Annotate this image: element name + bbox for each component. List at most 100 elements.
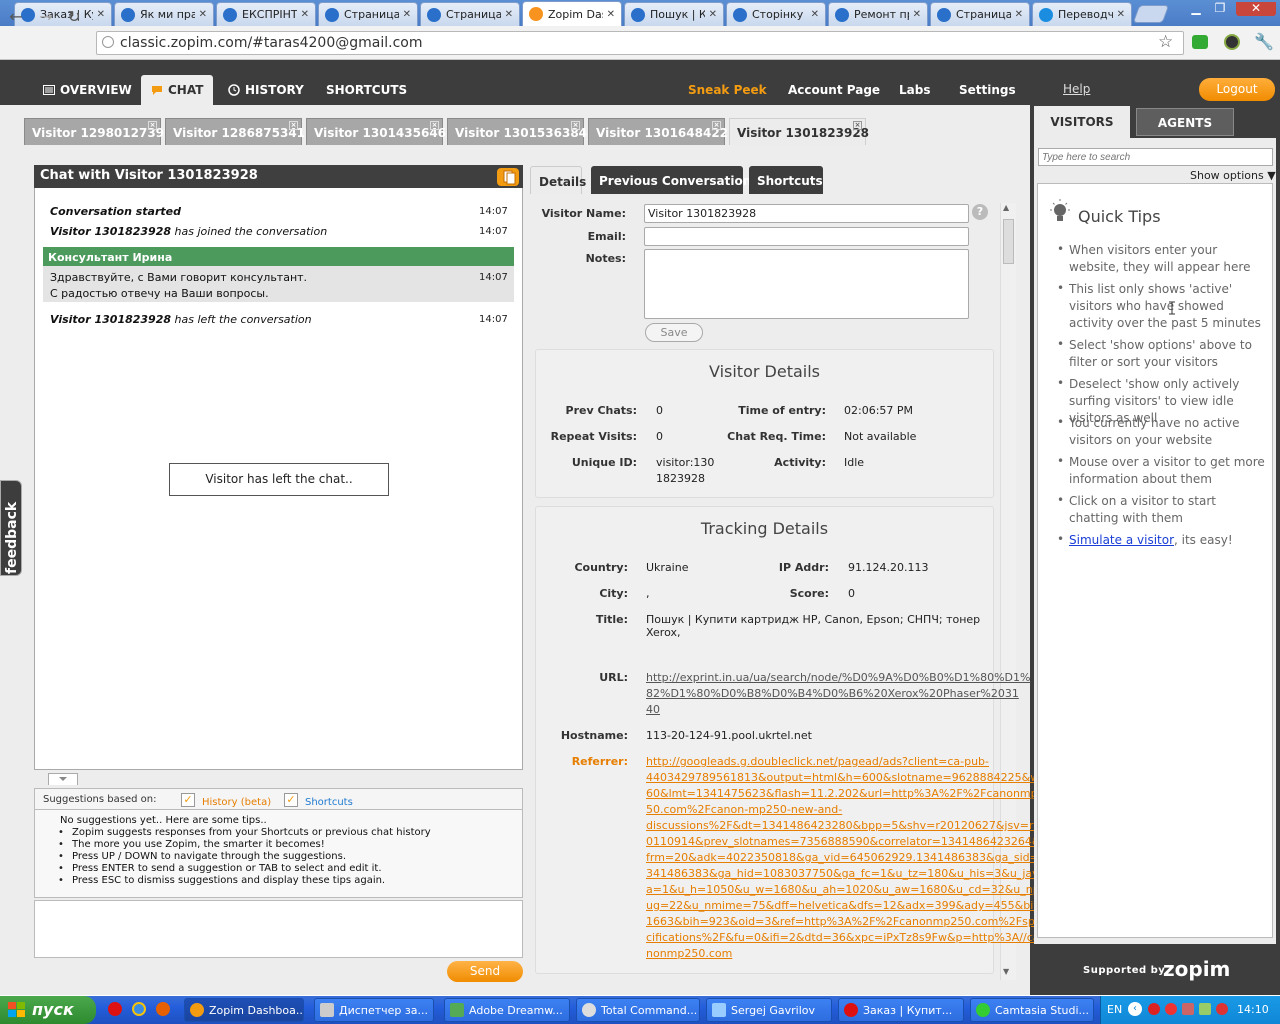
browser-tab-active[interactable]: Zopim Dasl✕	[522, 1, 622, 26]
email-field[interactable]	[644, 227, 969, 246]
restore-window-icon[interactable]: ❐	[1210, 2, 1230, 16]
scroll-up-icon[interactable]: ▲	[1003, 203, 1009, 212]
close-visitor-tab-icon[interactable]: ×	[289, 121, 298, 130]
scroll-down-icon[interactable]: ▼	[1003, 967, 1009, 976]
taskbar-item[interactable]: Total Command...	[576, 998, 700, 1022]
close-tab-icon[interactable]: ✕	[403, 9, 411, 20]
tab-agents[interactable]: AGENTS	[1136, 108, 1234, 136]
tab-shortcuts[interactable]: Shortcuts	[749, 166, 823, 194]
tab-previous-conversations[interactable]: Previous Conversations	[591, 166, 758, 194]
visitor-tab[interactable]: Visitor 1286875341 ×	[165, 118, 305, 145]
reload-icon[interactable]: ↻	[64, 7, 84, 27]
history-checkbox-label[interactable]: History (beta)	[202, 797, 271, 808]
bookmark-star-icon[interactable]: ☆	[1158, 32, 1173, 52]
tab-details[interactable]: Details	[530, 166, 586, 194]
close-tab-icon[interactable]: ✕	[1015, 9, 1023, 20]
send-button[interactable]: Send	[447, 961, 523, 982]
visitor-tab[interactable]: Visitor 1301648422 ×	[588, 118, 728, 145]
referrer-link[interactable]: 50.com%2Fcanon-mp250-new-and-	[646, 803, 842, 816]
simulate-visitor-link[interactable]: Simulate a visitor	[1069, 533, 1174, 547]
browser-tab[interactable]: Страница ✕	[318, 2, 418, 26]
browser-tab[interactable]: Страница ✕	[420, 2, 520, 26]
close-tab-icon[interactable]: ✕	[811, 9, 819, 20]
visitor-tab[interactable]: Visitor 1298012739 ×	[24, 118, 164, 145]
browser-tab[interactable]: Переводчи✕	[1032, 2, 1132, 26]
referrer-link[interactable]: 60&lmt=1341475623&flash=11.2.202&url=htt…	[646, 787, 1045, 800]
tray-app-icon[interactable]	[1148, 1003, 1160, 1015]
visitor-tab[interactable]: Visitor 1301435646 ×	[306, 118, 446, 145]
forward-icon[interactable]: →	[36, 7, 56, 27]
referrer-link[interactable]: 0110914&prev_slotnames=7356888590&correl…	[646, 835, 1040, 848]
browser-tab[interactable]: Як ми пра ✕	[114, 2, 214, 26]
visitor-url-link[interactable]: 40	[646, 703, 660, 716]
referrer-link[interactable]: frm=20&adk=4022350818&ga_vid=645062929.1…	[646, 851, 1046, 864]
shortcuts-checkbox-label[interactable]: Shortcuts	[305, 797, 353, 808]
taskbar-item[interactable]: Заказ | Купит...	[838, 998, 964, 1022]
save-button[interactable]: Save	[645, 323, 703, 342]
tray-app-icon[interactable]	[1165, 1003, 1177, 1015]
visitor-search-input[interactable]	[1038, 148, 1273, 166]
close-tab-icon[interactable]: ✕	[199, 9, 207, 20]
help-icon[interactable]: ?	[972, 204, 988, 220]
opera-quicklaunch-icon[interactable]	[108, 1002, 122, 1016]
browser-tab[interactable]: Заказ | Ку ✕	[14, 2, 112, 26]
visitor-name-input[interactable]: Visitor 1301823928	[644, 204, 969, 223]
tab-visitors[interactable]: VISITORS	[1034, 106, 1130, 138]
copy-transcript-icon[interactable]	[497, 168, 519, 186]
browser-tab[interactable]: Ремонт пр ✕	[828, 2, 928, 26]
back-icon[interactable]: ←	[6, 7, 26, 27]
referrer-link[interactable]: nonmp250.com	[646, 947, 732, 960]
extension-icon[interactable]	[1224, 34, 1240, 50]
chat-message-input[interactable]	[34, 900, 523, 958]
taskbar-item[interactable]: Camtasia Studi...	[970, 998, 1094, 1022]
close-visitor-tab-icon[interactable]: ×	[712, 121, 721, 130]
referrer-link[interactable]: cifications%2F&fu=0&ifi=2&dtd=36&xpc=iPx…	[646, 931, 1040, 944]
tray-app-icon[interactable]	[1182, 1003, 1194, 1015]
browser-tab[interactable]: Сторінку н✕	[726, 2, 826, 26]
feedback-tab[interactable]: feedback	[0, 480, 22, 576]
taskbar-item[interactable]: Adobe Dreamw...	[444, 998, 570, 1022]
extension-icon[interactable]	[1192, 35, 1208, 49]
nav-sneak-peek[interactable]: Sneak Peek	[688, 83, 767, 97]
shortcuts-checkbox[interactable]: ✓	[284, 793, 298, 807]
language-indicator[interactable]: EN	[1107, 1003, 1122, 1016]
history-checkbox[interactable]: ✓	[181, 793, 195, 807]
firefox-quicklaunch-icon[interactable]	[156, 1002, 170, 1016]
visitor-tab[interactable]: Visitor 1301536384 ×	[447, 118, 587, 145]
close-visitor-tab-icon[interactable]: ×	[430, 121, 439, 130]
scrollbar-thumb[interactable]	[1003, 219, 1014, 264]
tray-app-icon[interactable]	[1216, 1003, 1228, 1015]
browser-tab[interactable]: Пошук | Ку✕	[624, 2, 724, 26]
referrer-link[interactable]: a=1&u_h=1050&u_w=1680&u_ah=1020&u_aw=168…	[646, 883, 1043, 896]
nav-chat[interactable]: CHAT	[151, 83, 203, 97]
tray-app-icon[interactable]	[1199, 1003, 1211, 1015]
close-tab-icon[interactable]: ✕	[709, 9, 717, 20]
nav-account-page[interactable]: Account Page	[788, 83, 880, 97]
start-button[interactable]: пуск	[0, 996, 96, 1024]
referrer-link[interactable]: 4403429789561813&output=html&h=600&slotn…	[646, 771, 1055, 784]
close-visitor-tab-icon[interactable]: ×	[148, 121, 157, 130]
visitor-url-link[interactable]: http://exprint.in.ua/ua/search/node/%D0%…	[646, 671, 1030, 684]
referrer-link[interactable]: discussions%2F&dt=1341486423280&bpp=5&sh…	[646, 819, 1040, 832]
nav-labs[interactable]: Labs	[899, 83, 930, 97]
close-tab-icon[interactable]: ✕	[913, 9, 921, 20]
taskbar-item[interactable]: Zopim Dashboa...	[184, 998, 304, 1022]
taskbar-item[interactable]: Sergej Gavrilov	[706, 998, 832, 1022]
referrer-link[interactable]: http://googleads.g.doubleclick.net/pagea…	[646, 755, 989, 768]
tray-expand-icon[interactable]: ‹	[1128, 1002, 1142, 1016]
browser-tab[interactable]: ЕКСПРІНТ ✕	[216, 2, 316, 26]
close-tab-icon[interactable]: ✕	[505, 9, 513, 20]
close-window-icon[interactable]: ✕	[1236, 2, 1276, 16]
show-options-toggle[interactable]: Show options ▼	[1190, 169, 1276, 182]
referrer-link[interactable]: 341486383&ga_hid=1083037750&ga_fc=1&u_tz…	[646, 867, 1039, 880]
referrer-link[interactable]: 1663&bih=923&oid=3&ref=http%3A%2F%2Fcano…	[646, 915, 1042, 928]
nav-shortcuts[interactable]: SHORTCUTS	[326, 83, 407, 97]
close-tab-icon[interactable]: ✕	[1117, 9, 1125, 20]
minimize-window-icon[interactable]: ▁	[1186, 2, 1206, 16]
logout-button[interactable]: Logout	[1199, 78, 1275, 101]
nav-settings[interactable]: Settings	[959, 83, 1016, 97]
wrench-menu-icon[interactable]: 🔧	[1254, 32, 1274, 51]
visitor-url-link[interactable]: 82%D1%80%D0%B8%D0%B4%D0%B6%20Xerox%20Pha…	[646, 687, 1019, 700]
taskbar-item[interactable]: Диспетчер за...	[314, 998, 434, 1022]
close-tab-icon[interactable]: ✕	[97, 9, 105, 20]
